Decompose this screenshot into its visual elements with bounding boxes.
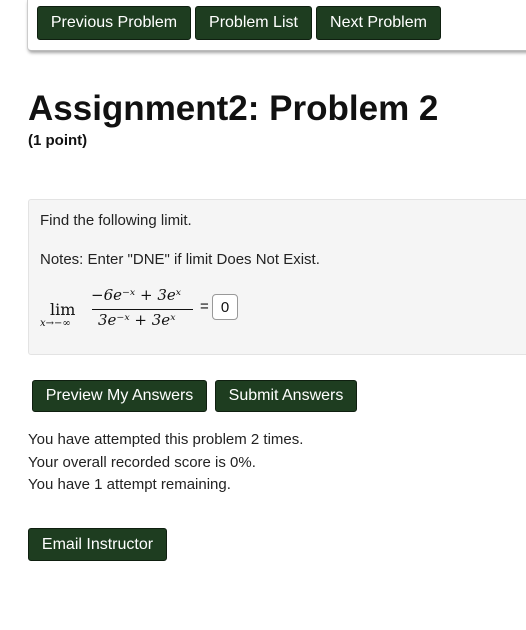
- email-instructor-button[interactable]: Email Instructor: [28, 528, 167, 561]
- limit-operator: lim: [50, 300, 76, 319]
- answer-input[interactable]: [212, 294, 238, 320]
- problem-notes: Notes: Enter "DNE" if limit Does Not Exi…: [40, 251, 320, 268]
- limit-subscript: x→−∞: [40, 318, 71, 329]
- fraction-bar: [92, 309, 193, 310]
- remaining-text: You have 1 attempt remaining.: [28, 476, 231, 493]
- page-title: Assignment2: Problem 2: [28, 89, 439, 128]
- fraction-numerator: −6e⁻ˣ + 3eˣ: [91, 286, 182, 304]
- next-problem-button[interactable]: Next Problem: [316, 6, 441, 40]
- limit-expression: lim x→−∞ −6e⁻ˣ + 3eˣ 3e⁻ˣ + 3eˣ =: [40, 286, 260, 332]
- problem-instruction: Find the following limit.: [40, 212, 192, 229]
- problem-body: Find the following limit. Notes: Enter "…: [28, 199, 526, 355]
- score-text: Your overall recorded score is 0%.: [28, 454, 256, 471]
- problem-list-button[interactable]: Problem List: [195, 6, 312, 40]
- fraction-denominator: 3e⁻ˣ + 3eˣ: [98, 311, 176, 329]
- submit-answers-button[interactable]: Submit Answers: [215, 380, 357, 412]
- equals-sign: =: [200, 298, 209, 315]
- preview-answers-button[interactable]: Preview My Answers: [32, 380, 207, 412]
- previous-problem-button[interactable]: Previous Problem: [37, 6, 191, 40]
- attempts-text: You have attempted this problem 2 times.: [28, 431, 304, 448]
- problem-points: (1 point): [28, 132, 88, 149]
